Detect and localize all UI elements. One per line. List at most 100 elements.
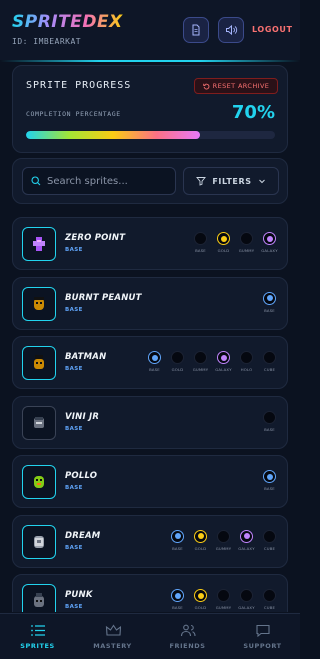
filters-button[interactable]: FILTERS — [183, 167, 279, 195]
variant-label: BASE — [264, 486, 275, 491]
sprite-card[interactable]: VINI JR BASE BASE — [12, 395, 288, 449]
sprite-avatar — [22, 286, 56, 321]
variant-label: GOLD — [217, 248, 230, 253]
variant-label: BASE — [264, 426, 275, 432]
variant-gummy[interactable]: GUMMY — [214, 529, 233, 551]
sprite-card[interactable]: PUNK BASE BASE GOLD GUMMY GALAXY CUBE — [12, 574, 288, 612]
variant-galaxy[interactable]: GALAXY — [237, 589, 256, 610]
nav-label: FRIENDS — [169, 642, 206, 650]
sprite-tier: BASE — [65, 425, 83, 432]
variant-galaxy[interactable]: GALAXY — [237, 529, 256, 551]
variant-owned-indicator — [263, 232, 276, 245]
sprite-card[interactable]: BATMAN BASE BASE GOLD GUMMY GALAXY HOLO CUBE — [12, 336, 288, 389]
variant-label: CUBE — [263, 545, 276, 551]
sprite-avatar — [22, 405, 56, 440]
sprite-card[interactable]: POLLO BASE BASE — [12, 455, 288, 508]
variant-base[interactable]: BASE — [260, 291, 279, 313]
variant-list: BASE GOLD GUMMY GALAXY CUBE — [168, 529, 279, 551]
variant-base[interactable]: BASE — [260, 470, 279, 491]
variant-owned-indicator — [240, 529, 253, 543]
variant-galaxy[interactable]: GALAXY — [214, 351, 233, 372]
nav-friends[interactable]: FRIENDS — [150, 614, 225, 659]
variant-galaxy[interactable]: GALAXY — [260, 232, 279, 253]
sprite-avatar — [22, 524, 56, 559]
nav-support[interactable]: SUPPORT — [225, 614, 300, 659]
variant-label: GALAXY — [261, 248, 278, 253]
variant-gummy[interactable]: GUMMY — [214, 589, 233, 610]
variant-list: BASE — [260, 410, 279, 432]
nav-label: SUPPORT — [243, 642, 282, 650]
speaker-icon — [225, 24, 237, 36]
search-input[interactable] — [47, 175, 167, 187]
nav-sprites[interactable]: SPRITES — [0, 614, 75, 659]
sprite-tier: BASE — [65, 366, 83, 372]
variant-label: GALAXY — [238, 605, 255, 610]
notes-button[interactable] — [183, 17, 209, 43]
sprite-name: ZERO POINT — [65, 233, 126, 243]
variant-list: BASE GOLD GUMMY GALAXY — [191, 232, 279, 253]
sprite-name: POLLO — [65, 471, 98, 481]
variant-label: BASE — [264, 307, 275, 313]
sprite-tier: BASE — [65, 485, 83, 491]
variant-locked-indicator — [171, 351, 184, 364]
sprite-name: PUNK — [65, 590, 93, 600]
variant-locked-indicator — [217, 589, 230, 602]
crown-icon — [105, 624, 121, 636]
variant-list: BASE — [260, 291, 279, 313]
variant-cube[interactable]: CUBE — [260, 351, 279, 372]
variant-base[interactable]: BASE — [191, 232, 210, 253]
progress-card: SPRITE PROGRESS RESET ARCHIVE COMPLETION… — [12, 65, 288, 153]
sprite-avatar — [22, 465, 56, 499]
sound-button[interactable] — [218, 17, 244, 43]
variant-locked-indicator — [263, 589, 276, 602]
bottom-nav: SPRITES MASTERY FRIENDS SUPPORT — [0, 613, 300, 659]
nav-mastery[interactable]: MASTERY — [75, 614, 150, 659]
search-box[interactable] — [22, 167, 176, 195]
completion-progress-bar — [26, 131, 275, 139]
variant-label: BASE — [149, 367, 160, 372]
reset-archive-label: RESET ARCHIVE — [212, 82, 270, 90]
nav-label: MASTERY — [93, 642, 132, 650]
variant-gold[interactable]: GOLD — [168, 351, 187, 372]
variant-gold[interactable]: GOLD — [191, 589, 210, 610]
chevron-down-icon — [258, 179, 265, 184]
variant-gummy[interactable]: GUMMY — [191, 351, 210, 372]
variant-owned-indicator — [171, 589, 184, 602]
reset-archive-button[interactable]: RESET ARCHIVE — [194, 78, 278, 94]
sprite-name: BATMAN — [65, 352, 107, 362]
logout-button[interactable]: LOGOUT — [252, 25, 293, 34]
punk-sprite-icon — [34, 593, 44, 607]
sprite-avatar — [22, 584, 56, 612]
sprite-card[interactable]: ZERO POINT BASE BASE GOLD GUMMY GALAXY — [12, 217, 288, 270]
sprite-card[interactable]: BURNT PEANUT BASE BASE — [12, 276, 288, 330]
nav-label: SPRITES — [20, 642, 55, 650]
variant-label: BASE — [172, 605, 183, 610]
variant-owned-indicator — [171, 529, 184, 543]
sprite-list: ZERO POINT BASE BASE GOLD GUMMY GALAXY BURNT P… — [12, 212, 288, 612]
header-divider — [0, 60, 300, 62]
variant-locked-indicator — [240, 232, 253, 245]
variant-gummy[interactable]: GUMMY — [237, 232, 256, 253]
sprite-tier: BASE — [65, 306, 83, 313]
sprite-card[interactable]: DREAM BASE BASE GOLD GUMMY GALAXY CUBE — [12, 514, 288, 568]
variant-base[interactable]: BASE — [168, 529, 187, 551]
variant-label: GALAXY — [215, 367, 232, 372]
variant-gold[interactable]: GOLD — [191, 529, 210, 551]
zero-point-sprite-icon — [33, 237, 45, 251]
variant-base[interactable]: BASE — [145, 351, 164, 372]
list-icon — [30, 625, 45, 636]
variant-locked-indicator — [240, 351, 253, 364]
variant-cube[interactable]: CUBE — [260, 589, 279, 610]
pollo-sprite-icon — [34, 476, 44, 488]
batman-sprite-icon — [34, 355, 44, 369]
variant-holo[interactable]: HOLO — [237, 351, 256, 372]
variant-locked-indicator — [240, 589, 253, 602]
variant-base[interactable]: BASE — [168, 589, 187, 610]
variant-gold[interactable]: GOLD — [214, 232, 233, 253]
variant-label: BASE — [172, 545, 183, 551]
variant-label: GOLD — [194, 605, 207, 610]
variant-cube[interactable]: CUBE — [260, 529, 279, 551]
variant-label: GOLD — [194, 545, 207, 551]
burnt-peanut-sprite-icon — [34, 296, 44, 310]
variant-base[interactable]: BASE — [260, 410, 279, 432]
